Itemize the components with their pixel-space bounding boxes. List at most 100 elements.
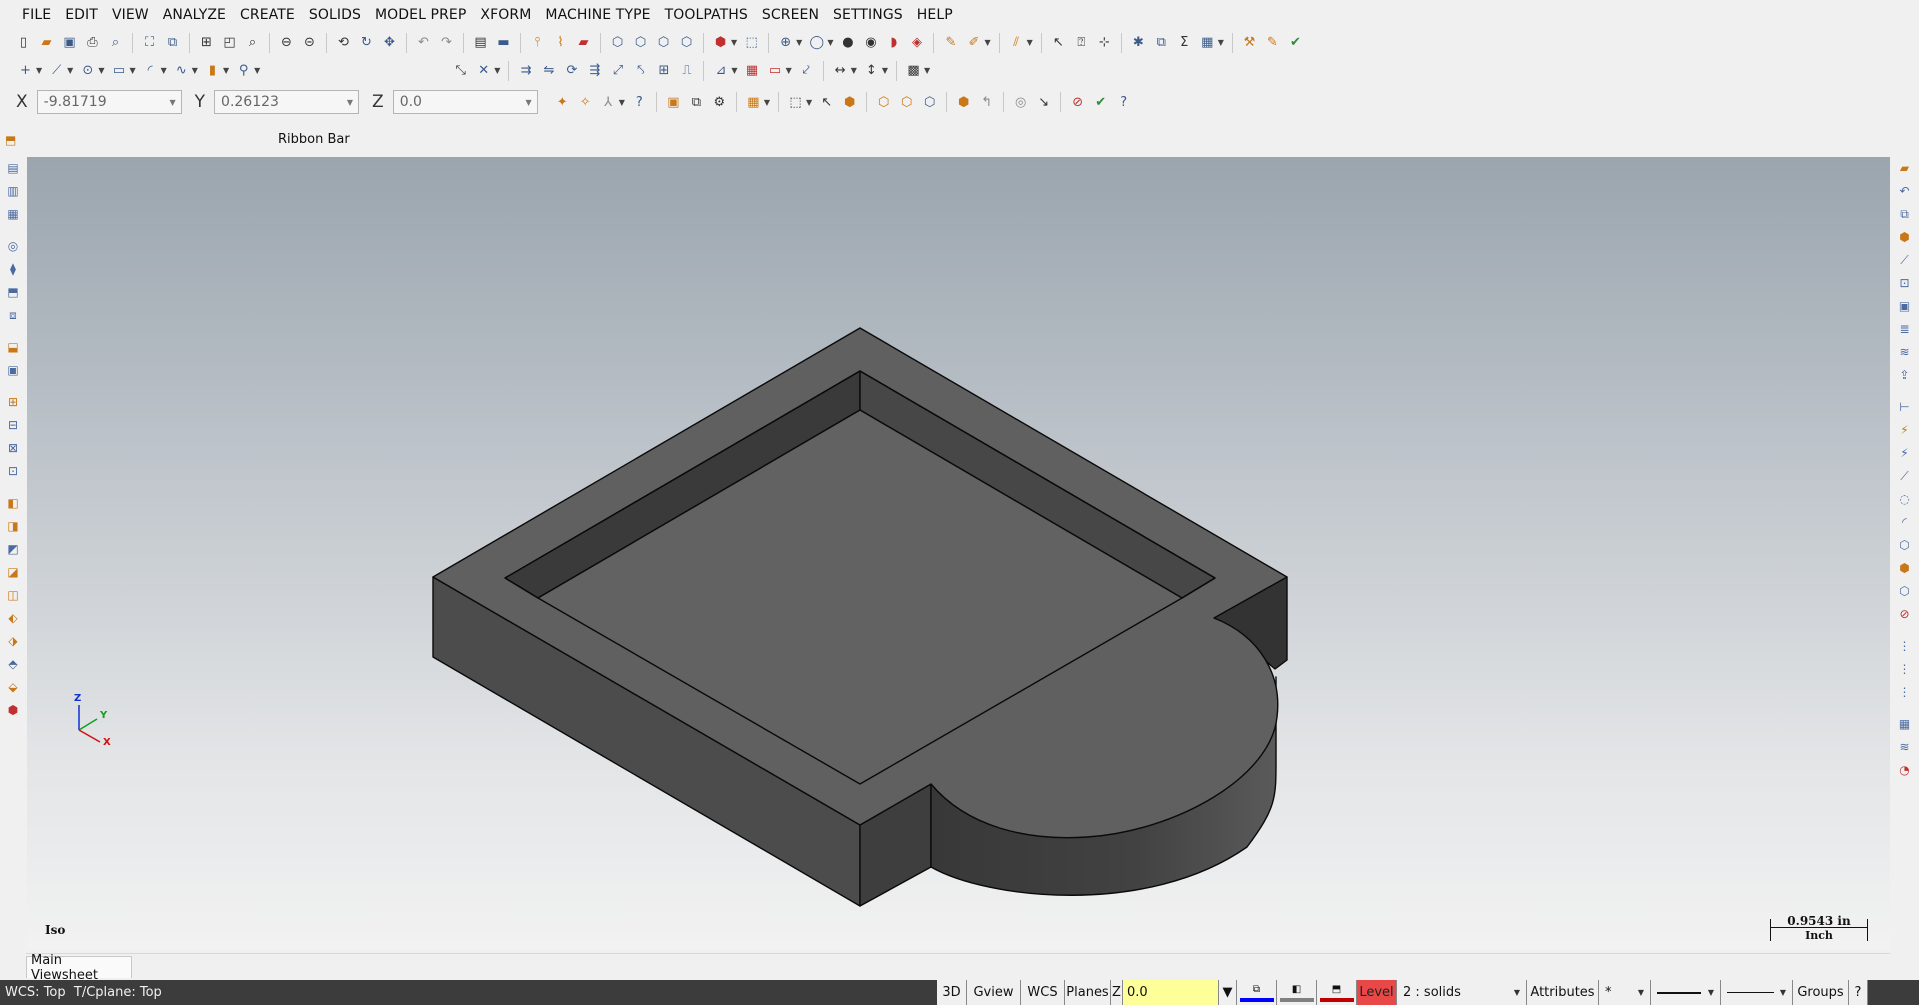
unzoom-icon[interactable]: ⊖	[277, 33, 297, 53]
end-selection-icon[interactable]: ✔	[1091, 92, 1111, 112]
quick-undo-icon[interactable]: ↶	[1896, 182, 1914, 200]
verify-icon[interactable]: ✔	[1285, 33, 1305, 53]
edit-toolbar-icon[interactable]: ✎	[1262, 33, 1282, 53]
verify-selection-icon[interactable]: ▦	[743, 92, 763, 112]
filter-points-icon[interactable]: ⋮	[1896, 637, 1914, 655]
primitive-sphere-icon[interactable]: ◪	[4, 563, 22, 581]
attributes-icon[interactable]: ▰	[574, 33, 594, 53]
primitive-torus-icon[interactable]: ◫	[4, 586, 22, 604]
attributes-button[interactable]: Attributes	[1527, 980, 1599, 1005]
solid-cylinder-icon[interactable]: ▮	[202, 61, 222, 81]
extrude-icon[interactable]: ▤	[4, 159, 22, 177]
undo-icon[interactable]: ↶	[414, 33, 434, 53]
print-preview-icon[interactable]: ⌕	[106, 33, 126, 53]
quick-stack-icon[interactable]: ≋	[1896, 343, 1914, 361]
chevron-down-icon[interactable]: ▼	[526, 98, 532, 107]
trim-solid-icon[interactable]: ▣	[4, 361, 22, 379]
xform-roll-icon[interactable]: ⎍	[677, 61, 697, 81]
snap-origin-icon[interactable]: ⬡	[1896, 582, 1914, 600]
quick-view-icon[interactable]: ⧉	[1896, 205, 1914, 223]
grid-view-icon[interactable]: ▦	[1197, 33, 1217, 53]
cancel-selection-icon[interactable]: ⊘	[1068, 92, 1088, 112]
redo-icon[interactable]: ↷	[437, 33, 457, 53]
sigma-icon[interactable]: Σ	[1174, 33, 1194, 53]
boolean-remove-icon[interactable]: ⊟	[4, 416, 22, 434]
selection-help-icon[interactable]: ?	[1114, 92, 1134, 112]
hatch-icon[interactable]: ▦	[742, 61, 762, 81]
snap-endpoint-icon[interactable]: ⊢	[1896, 398, 1914, 416]
point-icon[interactable]: +	[16, 61, 36, 81]
point-style-select[interactable]: * ▼	[1599, 980, 1651, 1005]
snap-quadrant-icon[interactable]: ⟋	[1896, 467, 1914, 485]
quick-export-icon[interactable]: ⇪	[1896, 366, 1914, 384]
shell-icon[interactable]: ⧈	[4, 306, 22, 324]
window-select-icon[interactable]: ⬚	[786, 92, 806, 112]
select-all-icon[interactable]: ⧉	[686, 92, 706, 112]
screen-capture-icon[interactable]: ▤	[471, 33, 491, 53]
multi-edit-icon[interactable]: ✐	[964, 33, 984, 53]
line-icon[interactable]: ⟋	[47, 61, 67, 81]
quick-save-icon[interactable]: ▣	[1896, 297, 1914, 315]
trim-icon[interactable]: ⤡	[451, 61, 471, 81]
boolean-add-icon[interactable]: ⊞	[4, 393, 22, 411]
hide-icon[interactable]: ✱	[1128, 33, 1148, 53]
quick-layers-icon[interactable]: ≣	[1896, 320, 1914, 338]
xform-rotate-icon[interactable]: ⟳	[562, 61, 582, 81]
level-button[interactable]: Level	[1357, 980, 1397, 1005]
chevron-down-icon[interactable]: ▼	[796, 38, 802, 47]
z-depth-input[interactable]: 0.0	[1123, 980, 1219, 1005]
menu-edit[interactable]: EDIT	[58, 7, 105, 23]
groups-button[interactable]: Groups	[1793, 980, 1849, 1005]
selection-mode-icon[interactable]: ▣	[663, 92, 683, 112]
loft-icon[interactable]: ◎	[4, 237, 22, 255]
chevron-down-icon[interactable]: ▼	[192, 66, 198, 75]
horizontal-dim-icon[interactable]: ↔	[830, 61, 850, 81]
quick-fit-icon[interactable]: ⊡	[1896, 274, 1914, 292]
snap-perp-icon[interactable]: ⬡	[1896, 536, 1914, 554]
wireframe-icon[interactable]: ⊕	[776, 33, 796, 53]
fit-screen-icon[interactable]: ⛶	[140, 33, 160, 53]
menu-xform[interactable]: XFORM	[473, 7, 538, 23]
surface-color-button[interactable]: ◧	[1277, 980, 1317, 1005]
help-icon[interactable]: ?	[629, 92, 649, 112]
remove-faces-icon[interactable]: ⬘	[4, 655, 22, 673]
snap-intersect-icon[interactable]: ◌	[1896, 490, 1914, 508]
note-icon[interactable]: ▭	[765, 61, 785, 81]
xform-scale-icon[interactable]: ⤢	[608, 61, 628, 81]
3d-button[interactable]: 3D	[937, 980, 967, 1005]
chevron-down-icon[interactable]: ▼	[731, 66, 737, 75]
solid-color-button[interactable]: ⬒	[1317, 980, 1357, 1005]
shaded-outline-icon[interactable]: ◉	[861, 33, 881, 53]
rectangle-icon[interactable]: ▭	[109, 61, 129, 81]
rotate-icon[interactable]: ⟲	[334, 33, 354, 53]
draft-icon[interactable]: ⬓	[4, 338, 22, 356]
wcs-button[interactable]: WCS	[1021, 980, 1065, 1005]
dynamic-rotate-icon[interactable]: ↻	[357, 33, 377, 53]
new-file-icon[interactable]: ▯	[14, 33, 34, 53]
thicken-icon[interactable]: ⬗	[4, 632, 22, 650]
display-icon[interactable]: ▬	[494, 33, 514, 53]
color-wire-icon[interactable]: ▦	[1896, 715, 1914, 733]
cursor-select-icon[interactable]: ↖	[817, 92, 837, 112]
solid-layout-icon[interactable]: ⊡	[4, 462, 22, 480]
shaded-icon[interactable]: ●	[838, 33, 858, 53]
chevron-down-icon[interactable]: ▼	[254, 66, 260, 75]
menu-file[interactable]: FILE	[15, 7, 58, 23]
level-select[interactable]: 2 : solids ▼	[1397, 980, 1527, 1005]
leader-icon[interactable]: ⤦	[796, 61, 816, 81]
chevron-down-icon[interactable]: ▼	[827, 38, 833, 47]
chain-icon[interactable]: ⫽	[1006, 33, 1026, 53]
solid-select-icon[interactable]: ⬢	[840, 92, 860, 112]
menu-toolpaths[interactable]: TOOLPATHS	[658, 7, 755, 23]
wire-color-button[interactable]: ⧉	[1237, 980, 1277, 1005]
zoom-selected-icon[interactable]: ⌕	[243, 33, 263, 53]
chevron-down-icon[interactable]: ▼	[129, 66, 135, 75]
planes-icon[interactable]: ⬢	[711, 33, 731, 53]
menu-analyze[interactable]: ANALYZE	[156, 7, 233, 23]
ribbon-icon[interactable]: ⬒	[5, 133, 21, 149]
y-coordinate-field[interactable]: 0.26123 ▼	[214, 90, 360, 114]
quick-mask-icon[interactable]: ◎	[1011, 92, 1031, 112]
save-icon[interactable]: ▣	[60, 33, 80, 53]
boolean-common-icon[interactable]: ⊠	[4, 439, 22, 457]
xform-mirror-icon[interactable]: ⇋	[539, 61, 559, 81]
